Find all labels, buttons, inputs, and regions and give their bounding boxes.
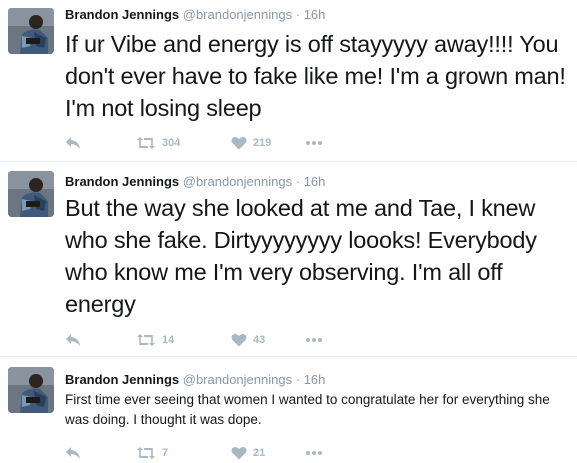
reply-button[interactable]: [65, 443, 81, 463]
retweet-button[interactable]: 7: [136, 443, 168, 463]
more-icon: [305, 140, 323, 146]
tweet-actions: 7 21: [65, 443, 365, 463]
tweet-feed: Brandon Jennings @brandonjennings · 16h …: [0, 0, 577, 462]
tweet[interactable]: Brandon Jennings @brandonjennings · 16h …: [0, 0, 577, 162]
reply-button[interactable]: [65, 330, 81, 350]
like-button[interactable]: 21: [231, 443, 265, 463]
more-button[interactable]: [305, 443, 323, 463]
timestamp[interactable]: 16h: [304, 7, 326, 22]
more-icon: [305, 337, 323, 343]
reply-button[interactable]: [65, 133, 81, 153]
retweet-count: 304: [162, 137, 181, 149]
avatar[interactable]: [8, 171, 54, 217]
author-name[interactable]: Brandon Jennings: [65, 372, 179, 387]
retweet-icon: [136, 136, 156, 150]
separator: ·: [295, 372, 301, 387]
timestamp[interactable]: 16h: [304, 372, 326, 387]
author-name[interactable]: Brandon Jennings: [65, 7, 179, 22]
heart-icon: [231, 136, 247, 150]
more-button[interactable]: [305, 133, 323, 153]
retweet-count: 7: [162, 447, 169, 459]
retweet-icon: [136, 446, 156, 460]
retweet-button[interactable]: 304: [136, 133, 180, 153]
tweet[interactable]: Brandon Jennings @brandonjennings · 16h …: [0, 357, 577, 462]
more-icon: [305, 450, 323, 456]
separator: ·: [295, 7, 301, 22]
tweet-actions: 304 219: [65, 133, 365, 153]
more-button[interactable]: [305, 330, 323, 350]
author-handle[interactable]: @brandonjennings: [183, 174, 292, 189]
like-button[interactable]: 219: [231, 133, 271, 153]
tweet-header: Brandon Jennings @brandonjennings · 16h: [65, 372, 325, 388]
tweet-text: First time ever seeing that women I want…: [65, 392, 550, 427]
author-handle[interactable]: @brandonjennings: [183, 7, 292, 22]
reply-icon: [65, 446, 81, 460]
retweet-count: 14: [162, 334, 175, 346]
tweet-header: Brandon Jennings @brandonjennings · 16h: [65, 174, 325, 190]
tweet-text: But the way she looked at me and Tae, I …: [65, 195, 537, 317]
like-button[interactable]: 43: [231, 330, 265, 350]
like-count: 21: [253, 447, 266, 459]
author-name[interactable]: Brandon Jennings: [65, 174, 179, 189]
author-handle[interactable]: @brandonjennings: [183, 372, 292, 387]
reply-icon: [65, 333, 81, 347]
avatar[interactable]: [8, 8, 54, 54]
retweet-icon: [136, 333, 156, 347]
timestamp[interactable]: 16h: [304, 174, 326, 189]
tweet-actions: 14 43: [65, 330, 365, 350]
reply-icon: [65, 136, 81, 150]
tweet-header: Brandon Jennings @brandonjennings · 16h: [65, 7, 325, 23]
retweet-button[interactable]: 14: [136, 330, 174, 350]
tweet-text: If ur Vibe and energy is off stayyyyy aw…: [65, 31, 566, 121]
tweet[interactable]: Brandon Jennings @brandonjennings · 16h …: [0, 162, 577, 357]
like-count: 219: [253, 137, 272, 149]
avatar[interactable]: [8, 367, 54, 413]
heart-icon: [231, 446, 247, 460]
like-count: 43: [253, 334, 266, 346]
separator: ·: [295, 174, 301, 189]
heart-icon: [231, 333, 247, 347]
